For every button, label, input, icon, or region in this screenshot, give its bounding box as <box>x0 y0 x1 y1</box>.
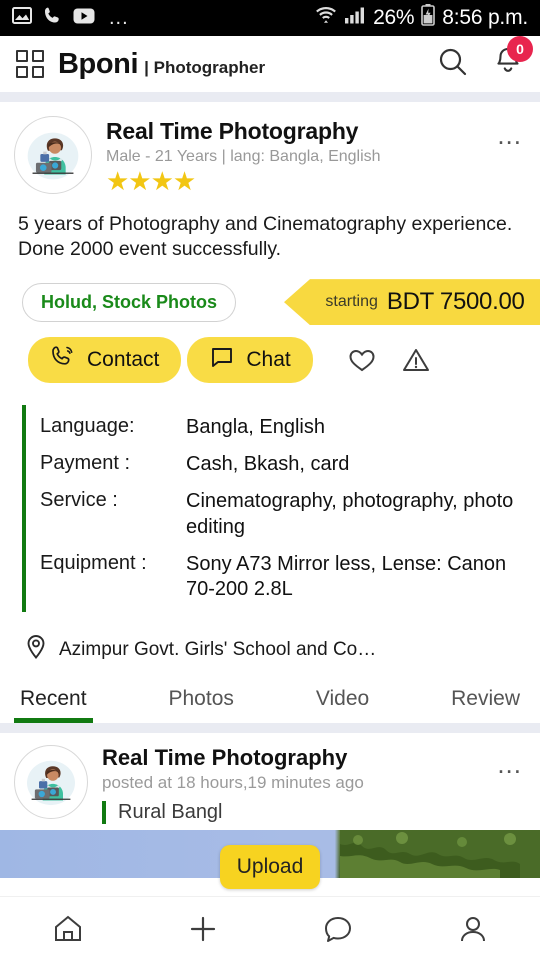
notification-badge: 0 <box>507 35 533 62</box>
content-tabs: Recent Photos Video Review <box>0 687 540 724</box>
plus-icon <box>190 916 215 941</box>
nav-profile[interactable] <box>405 897 540 960</box>
chat-button-label: Chat <box>246 348 291 372</box>
tab-photos[interactable]: Photos <box>163 687 240 723</box>
battery-icon <box>421 4 436 32</box>
brand-name: Bponi <box>58 47 139 80</box>
price-ribbon: starting BDT 7500.00 <box>284 279 540 326</box>
status-bar: ... 26% 8:56 p.m. <box>0 0 540 36</box>
details-label: Equipment : <box>40 551 147 574</box>
location-pin-icon <box>24 634 48 665</box>
details-label: Language: <box>40 415 135 438</box>
location-text: Azimpur Govt. Girls' School and Co… <box>59 638 377 660</box>
details-list: Language: Bangla, English Payment : Cash… <box>22 405 540 613</box>
home-icon <box>54 915 81 941</box>
foliage-illustration <box>340 830 540 879</box>
status-overflow-dots: ... <box>109 6 129 29</box>
details-value: Sony A73 Mirror less, Lense: Canon 70-20… <box>186 552 507 600</box>
chat-button[interactable]: Chat <box>187 337 313 384</box>
contact-button[interactable]: Contact <box>28 337 182 384</box>
phone-icon <box>43 6 62 31</box>
photographer-avatar-illustration <box>15 747 87 818</box>
signal-icon <box>344 6 366 30</box>
contact-button-label: Contact <box>87 348 160 372</box>
tab-recent[interactable]: Recent <box>14 687 93 724</box>
tabs-divider <box>0 723 540 734</box>
favorite-button[interactable] <box>347 345 377 375</box>
details-row: Language: Bangla, English <box>40 409 540 446</box>
grid-menu-icon[interactable] <box>16 50 44 78</box>
profile-name: Real Time Photography <box>106 118 359 144</box>
rating-stars: ★★★★ <box>106 166 196 196</box>
brand-subtitle: | Photographer <box>144 57 266 77</box>
details-label: Payment : <box>40 452 131 475</box>
post-avatar[interactable] <box>14 745 88 820</box>
post-timestamp: posted at 18 hours,19 minutes ago <box>102 773 364 793</box>
nav-add[interactable] <box>135 897 270 960</box>
details-value: Cash, Bkash, card <box>186 453 350 476</box>
post-card: Real Time Photography posted at 18 hours… <box>0 733 540 825</box>
price-value: BDT 7500.00 <box>386 288 525 316</box>
heart-icon <box>349 350 375 372</box>
tab-review[interactable]: Review <box>445 687 526 723</box>
post-title: Rural Bangl <box>102 801 481 825</box>
category-chip[interactable]: Holud, Stock Photos <box>22 282 237 322</box>
bottom-navigation <box>0 896 540 960</box>
details-value: Cinematography, photography, photo editi… <box>186 490 514 538</box>
youtube-icon <box>73 7 95 30</box>
chat-bubble-icon <box>209 344 235 376</box>
battery-percent: 26% <box>373 6 415 29</box>
details-row: Service : Cinematography, photography, p… <box>40 483 540 545</box>
wifi-icon <box>315 5 337 31</box>
action-bar: Contact Chat <box>0 325 540 384</box>
app-bar: Bponi | Photographer 0 <box>0 35 540 92</box>
profile-description: 5 years of Photography and Cinematograph… <box>18 212 513 261</box>
warning-icon <box>402 349 429 372</box>
details-value: Bangla, English <box>186 416 325 439</box>
avatar[interactable] <box>14 116 92 194</box>
image-icon <box>12 6 32 30</box>
chip-and-price-row: Holud, Stock Photos starting BDT 7500.00 <box>0 279 540 326</box>
details-row: Payment : Cash, Bkash, card <box>40 446 540 483</box>
person-icon <box>460 916 485 941</box>
price-label: starting <box>325 293 378 311</box>
tab-video[interactable]: Video <box>310 687 375 723</box>
profile-header: Real Time Photography Male - 21 Years | … <box>0 102 540 196</box>
status-bar-left-icons: ... <box>12 6 129 31</box>
details-label: Service : <box>40 489 118 512</box>
photographer-avatar-illustration <box>15 117 91 193</box>
nav-home[interactable] <box>0 897 135 960</box>
details-row: Equipment : Sony A73 Mirror less, Lense:… <box>40 546 540 608</box>
upload-button[interactable]: Upload <box>220 845 320 889</box>
search-icon[interactable] <box>436 45 470 84</box>
phone-call-icon <box>50 344 76 376</box>
report-button[interactable] <box>401 345 431 375</box>
chat-bubble-icon <box>324 916 351 942</box>
nav-messages[interactable] <box>270 897 405 960</box>
notification-bell[interactable]: 0 <box>492 35 533 84</box>
post-overflow-menu[interactable]: ... <box>495 749 524 780</box>
profile-meta: Male - 21 Years | lang: Bangla, English <box>106 148 381 165</box>
header-divider <box>0 92 540 102</box>
post-author-name: Real Time Photography <box>102 745 348 771</box>
status-bar-right: 26% 8:56 p.m. <box>315 4 528 32</box>
profile-overflow-menu[interactable]: ... <box>495 120 524 151</box>
app-brand: Bponi | Photographer <box>58 48 265 81</box>
clock-time: 8:56 p.m. <box>442 6 528 29</box>
location-row[interactable]: Azimpur Govt. Girls' School and Co… <box>0 612 540 665</box>
